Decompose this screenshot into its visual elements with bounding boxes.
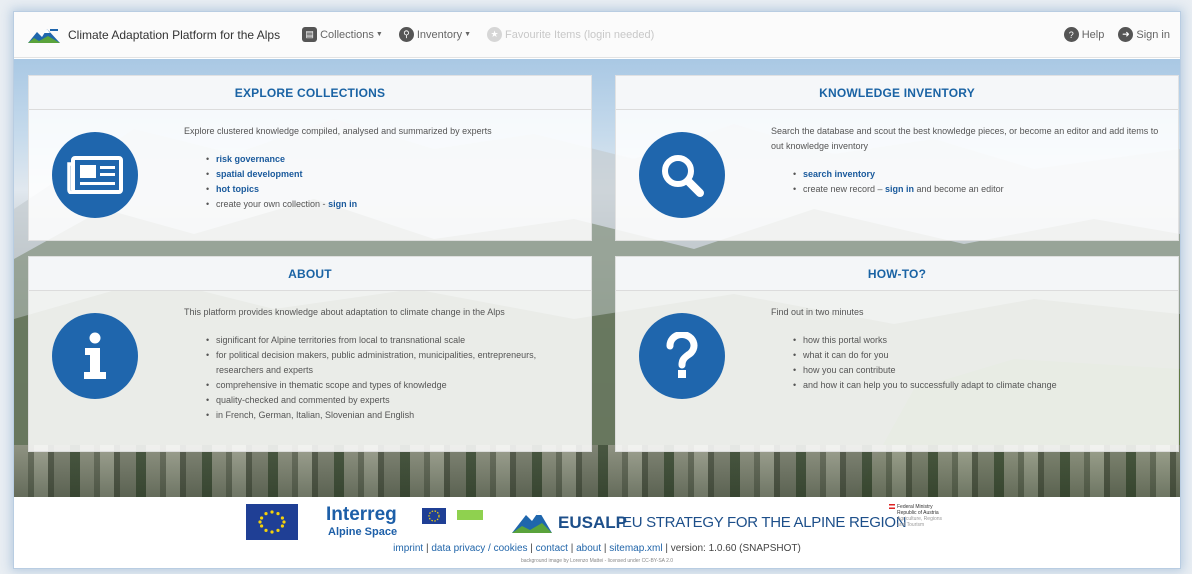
panel-knowledge-inventory: KNOWLEDGE INVENTORY Search the database … [615,75,1179,241]
create-collection-text: create your own collection - [216,199,329,209]
caret-down-icon: ▼ [464,31,472,38]
hot-topics-link[interactable]: hot topics [216,184,259,194]
question-icon: ? [1063,27,1079,42]
howto-circle[interactable] [639,313,725,399]
list-item: in French, German, Italian, Slovenian an… [206,408,579,423]
search-icon: ⚲ [398,27,414,42]
list-item: and how it can help you to successfully … [793,378,1166,393]
signin-icon: ➜ [1118,27,1134,42]
collections-icon: ▤ [302,27,318,42]
interreg-subtitle: Alpine Space [328,526,398,538]
town-shadow [14,445,1180,497]
explore-signin-link[interactable]: sign in [328,199,357,209]
contact-link[interactable]: contact [536,543,568,554]
sitemap-link[interactable]: sitemap.xml [609,543,662,554]
newspaper-icon [67,156,123,194]
list-item: create your own collection - sign in [206,197,579,212]
eu-small-flag-icon [422,508,446,524]
brand-title[interactable]: Climate Adaptation Platform for the Alps [68,28,280,42]
panel-title: KNOWLEDGE INVENTORY [616,76,1178,110]
partner-logos: Interreg Alpine Space EUSALP EU STRATEGY… [14,503,1180,541]
list-item: quality-checked and commented by experts [206,393,579,408]
help-link[interactable]: ? Help [1063,27,1105,42]
eusalp-tagline: EU STRATEGY FOR THE ALPINE REGION [622,514,907,531]
eusalp-mountain-icon [512,511,552,533]
inventory-list: search inventory create new record – sig… [793,167,1171,197]
inventory-label: Inventory [416,28,463,41]
mountain-logo-icon [28,28,60,43]
signin-link[interactable]: ➜ Sign in [1118,27,1170,42]
image-credit: background image by Lorenzo Mattei - lic… [520,558,674,564]
panel-howto: HOW-TO? Find out in two minutes how this… [615,256,1179,452]
favourite-items: ★ Favourite Items (login needed) [487,27,654,42]
inventory-circle[interactable] [639,132,725,218]
list-item: for political decision makers, public ad… [206,348,579,378]
list-item: hot topics [206,182,579,197]
list-item: how you can contribute [793,363,1166,378]
explore-intro: Explore clustered knowledge compiled, an… [184,126,492,136]
spatial-development-link[interactable]: spatial development [216,169,303,179]
panel-title: ABOUT [29,257,591,291]
explore-text: Explore clustered knowledge compiled, an… [184,124,579,212]
info-icon [84,332,106,379]
caret-down-icon: ▼ [375,31,383,38]
interreg-title: Interreg [326,504,397,525]
howto-list: how this portal works what it can do for… [793,333,1166,393]
ministry-line4: and Tourism [897,522,925,528]
panel-title: EXPLORE COLLECTIONS [29,76,591,110]
search-inventory-link[interactable]: search inventory [803,169,875,179]
inventory-text: Search the database and scout the best k… [771,124,1171,197]
about-circle[interactable] [52,313,138,399]
version-text: version: 1.0.60 (SNAPSHOT) [670,543,801,554]
inventory-dropdown[interactable]: ⚲ Inventory ▼ [398,27,472,42]
about-link[interactable]: about [576,543,601,554]
browser-frame: Climate Adaptation Platform for the Alps… [14,12,1180,568]
explore-list: risk governance spatial development hot … [206,152,579,212]
list-item: what it can do for you [793,348,1166,363]
explore-circle[interactable] [52,132,138,218]
list-item: significant for Alpine territories from … [206,333,579,348]
favourite-label: Favourite Items (login needed) [505,28,655,41]
magnifier-icon [662,155,704,197]
signin-label: Sign in [1136,28,1170,41]
eusalp-label: EUSALP [558,513,627,532]
inventory-intro: Search the database and scout the best k… [771,126,1159,151]
question-mark-icon [666,332,698,378]
nav-right: ? Help ➜ Sign in [1050,27,1170,42]
panel-about: ABOUT This platform provides knowledge a… [28,256,592,452]
create-record-text: create new record – [803,184,886,194]
privacy-link[interactable]: data privacy / cookies [431,543,527,554]
list-item: how this portal works [793,333,1166,348]
list-item: spatial development [206,167,579,182]
list-item: search inventory [793,167,1171,182]
collections-label: Collections [320,28,374,41]
howto-text: Find out in two minutes how this portal … [771,305,1166,393]
austria-flag-icon [889,504,895,510]
collections-dropdown[interactable]: ▤ Collections ▼ [302,27,383,42]
ministry-logo: Federal Ministry Republic of Austria Agr… [889,504,969,528]
about-text: This platform provides knowledge about a… [184,305,579,423]
inventory-signin-link[interactable]: sign in [885,184,914,194]
howto-intro: Find out in two minutes [771,307,864,317]
top-navbar: Climate Adaptation Platform for the Alps… [14,12,1180,58]
list-item: risk governance [206,152,579,167]
imprint-link[interactable]: imprint [393,543,423,554]
footer-links: imprint | data privacy / cookies | conta… [393,543,801,554]
star-icon: ★ [487,27,503,42]
about-list: significant for Alpine territories from … [206,333,579,423]
list-item: create new record – sign in and become a… [793,182,1171,197]
panel-title: HOW-TO? [616,257,1178,291]
list-item: comprehensive in thematic scope and type… [206,378,579,393]
eu-flag-logo [246,504,298,540]
brand[interactable]: Climate Adaptation Platform for the Alps [28,26,280,44]
risk-governance-link[interactable]: risk governance [216,154,285,164]
footer: Interreg Alpine Space EUSALP EU STRATEGY… [14,497,1180,568]
about-intro: This platform provides knowledge about a… [184,307,505,317]
help-label: Help [1081,28,1105,41]
alpine-space-badge [457,510,483,520]
become-editor-text: and become an editor [914,184,1004,194]
panel-explore-collections: EXPLORE COLLECTIONS Explore clustered kn… [28,75,592,241]
